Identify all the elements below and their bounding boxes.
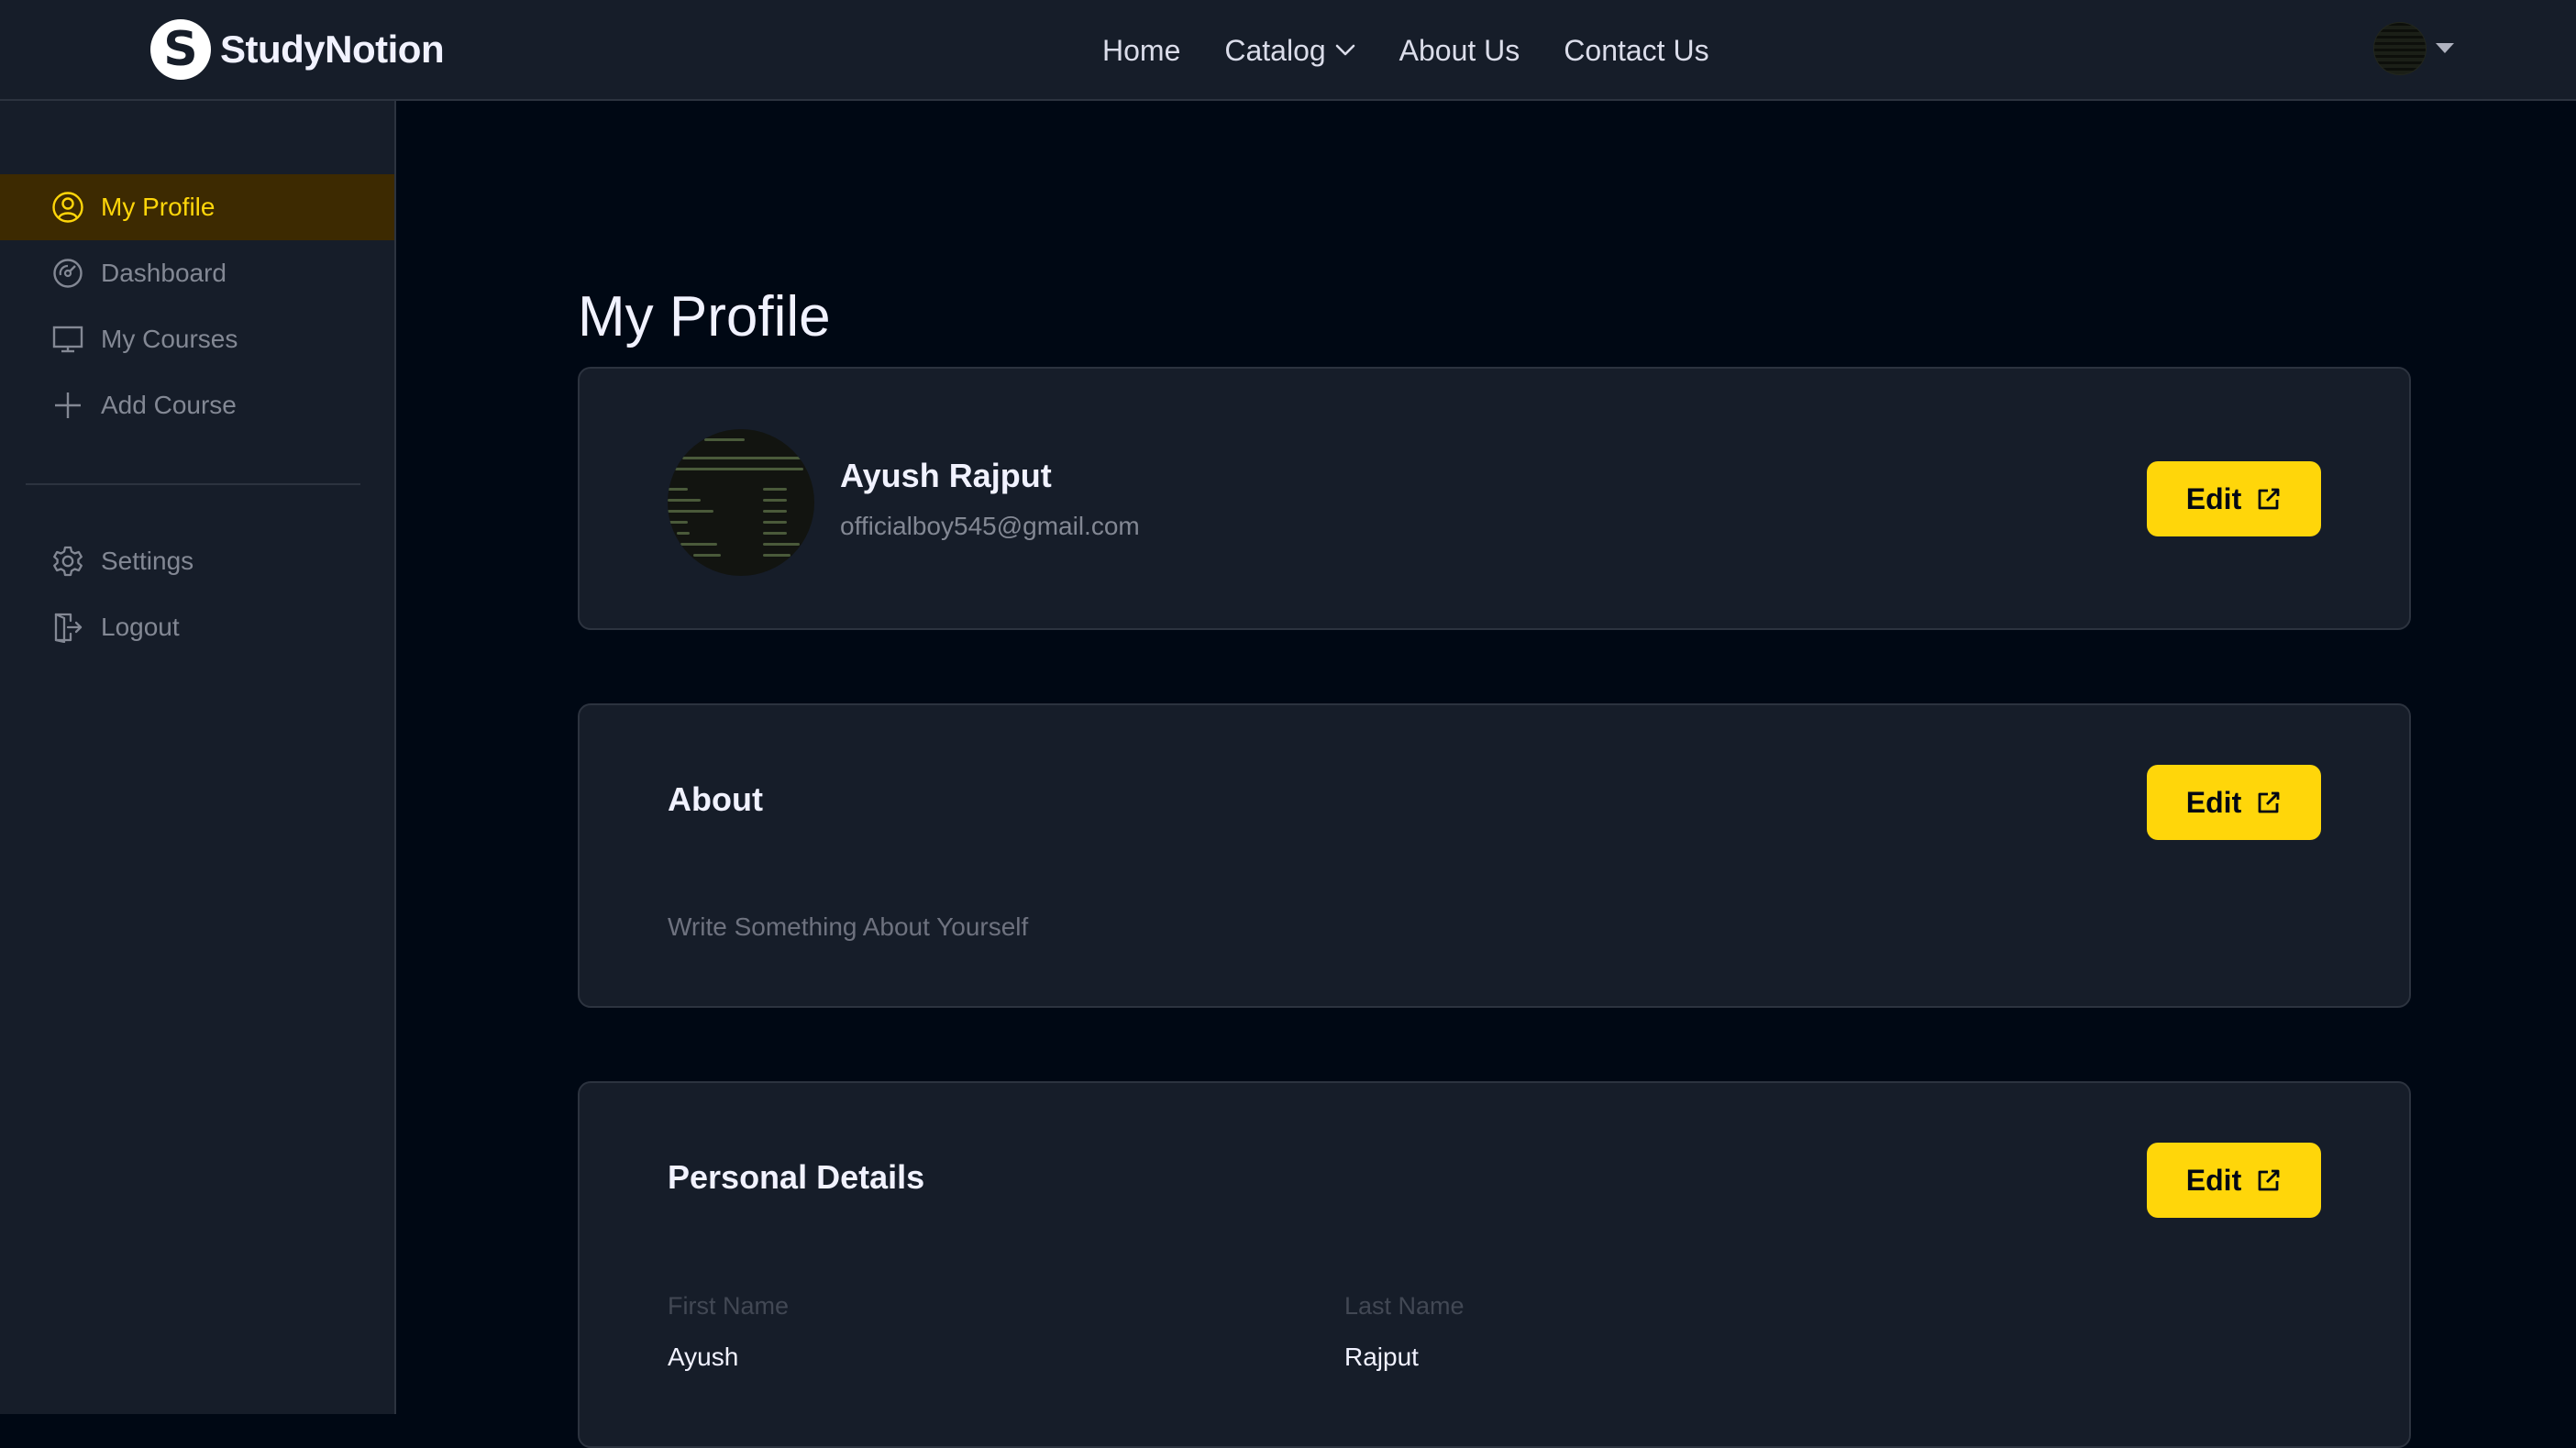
profile-avatar: [668, 429, 814, 576]
avatar: [2373, 22, 2427, 75]
nav-link-about[interactable]: About Us: [1399, 34, 1520, 68]
sidebar-item-label: Settings: [101, 547, 194, 575]
gauge-icon: [51, 257, 84, 290]
edit-profile-button[interactable]: Edit: [2147, 461, 2321, 536]
logout-icon: [51, 611, 84, 644]
profile-name: Ayush Rajput: [840, 457, 1052, 494]
sidebar-item-label: Add Course: [101, 391, 237, 419]
sidebar-item-settings[interactable]: Settings: [0, 528, 394, 594]
edit-about-button[interactable]: Edit: [2147, 765, 2321, 840]
profile-dropdown[interactable]: [2373, 22, 2454, 75]
sidebar-item-label: My Courses: [101, 325, 238, 353]
edit-button-label: Edit: [2185, 481, 2242, 515]
edit-button-label: Edit: [2185, 785, 2242, 819]
edit-icon: [2258, 488, 2280, 510]
about-text: Write Something About Yourself: [668, 912, 1029, 941]
sidebar-item-label: Logout: [101, 613, 180, 641]
nav-link-catalog[interactable]: Catalog: [1224, 34, 1354, 68]
nav-link-home[interactable]: Home: [1102, 34, 1180, 68]
nav-link-catalog-label: Catalog: [1224, 33, 1326, 67]
monitor-icon: [51, 323, 84, 356]
profile-card: Ayush Rajput officialboy545@gmail.com Ed…: [578, 367, 2411, 630]
sidebar-item-dashboard[interactable]: Dashboard: [0, 240, 394, 306]
personal-details-card: Personal Details Edit First Name Ayush L…: [578, 1081, 2411, 1448]
edit-icon: [2258, 791, 2280, 813]
chevron-down-icon: [1335, 44, 1354, 56]
nav-link-contact[interactable]: Contact Us: [1564, 34, 1708, 68]
caret-down-icon: [2436, 43, 2454, 53]
edit-icon: [2258, 1169, 2280, 1191]
edit-button-label: Edit: [2185, 1163, 2242, 1197]
plus-icon: [51, 389, 84, 422]
sidebar-item-label: Dashboard: [101, 259, 227, 287]
personal-details-title: Personal Details: [668, 1158, 925, 1196]
brand-name: StudyNotion: [220, 28, 445, 71]
first-name-value: Ayush: [668, 1343, 739, 1371]
first-name-label: First Name: [668, 1292, 790, 1320]
profile-email: officialboy545@gmail.com: [840, 512, 1140, 540]
nav-links: Home Catalog About Us Contact Us: [1102, 28, 1709, 73]
brand-logo[interactable]: S StudyNotion: [150, 19, 445, 80]
logo-icon: S: [150, 19, 211, 80]
sidebar-item-add-course[interactable]: Add Course: [0, 372, 394, 438]
last-name-value: Rajput: [1344, 1343, 1419, 1371]
last-name-label: Last Name: [1344, 1292, 1465, 1320]
sidebar-item-my-courses[interactable]: My Courses: [0, 306, 394, 372]
user-circle-icon: [51, 191, 84, 224]
sidebar-item-logout[interactable]: Logout: [0, 594, 394, 660]
about-title: About: [668, 780, 763, 818]
edit-personal-details-button[interactable]: Edit: [2147, 1143, 2321, 1218]
page-title: My Profile: [578, 285, 831, 348]
top-navbar: S StudyNotion Home Catalog About Us Cont…: [0, 0, 2576, 101]
sidebar: My Profile Dashboard My Courses Add Cour…: [0, 101, 396, 1414]
sidebar-item-label: My Profile: [101, 193, 216, 221]
sidebar-divider: [26, 483, 360, 485]
gear-icon: [51, 545, 84, 578]
about-card: About Edit Write Something About Yoursel…: [578, 703, 2411, 1008]
sidebar-item-my-profile[interactable]: My Profile: [0, 174, 394, 240]
